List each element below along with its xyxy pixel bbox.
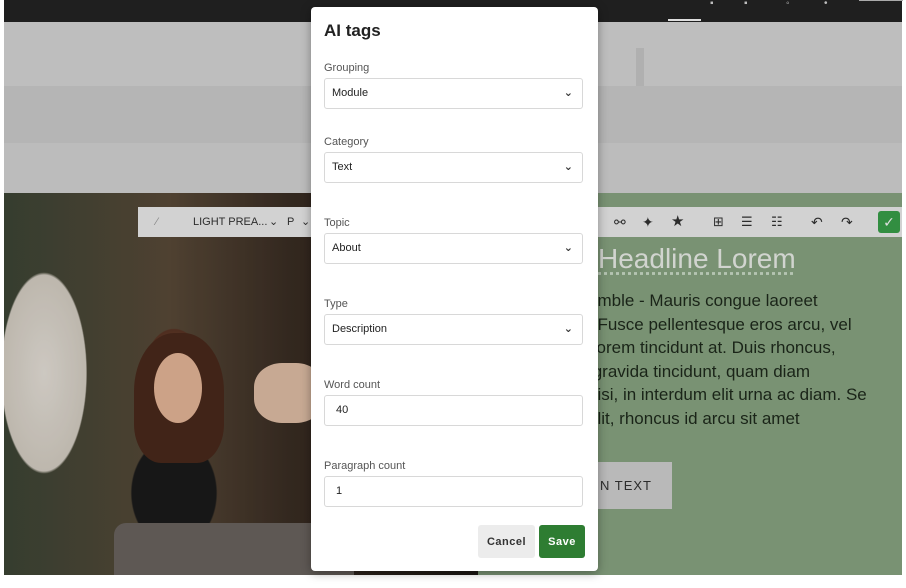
type-value: Description	[332, 323, 388, 335]
active-tab-indicator	[668, 19, 701, 21]
mobile-icon[interactable]: ▪	[710, 0, 714, 9]
type-select[interactable]: Description ⌄	[324, 314, 583, 345]
paragraph-count-label: Paragraph count	[324, 460, 406, 472]
publish-button[interactable]	[859, 0, 903, 9]
category-select[interactable]: Text ⌄	[324, 152, 583, 183]
word-count-label: Word count	[324, 379, 381, 391]
topic-label: Topic	[324, 217, 350, 229]
chevron-down-icon: ⌄	[563, 87, 573, 99]
type-label: Type	[324, 298, 348, 310]
chevron-down-icon: ⌄	[563, 161, 573, 173]
text-icon[interactable]: ▔	[678, 0, 686, 9]
preview-icon[interactable]: ◦	[786, 0, 790, 9]
grouping-label: Grouping	[324, 62, 370, 74]
tablet-icon[interactable]: ▪	[744, 0, 748, 9]
category-value: Text	[332, 161, 353, 173]
settings-icon[interactable]: •	[824, 0, 828, 9]
category-label: Category	[324, 136, 369, 148]
chevron-down-icon: ⌄	[563, 323, 573, 335]
save-button[interactable]: Save	[539, 525, 585, 558]
dialog-title: AI tags	[324, 21, 381, 40]
cancel-button[interactable]: Cancel	[478, 525, 535, 558]
grouping-select[interactable]: Module ⌄	[324, 78, 583, 109]
paragraph-count-input[interactable]: 1	[324, 476, 583, 507]
chevron-down-icon: ⌄	[563, 242, 573, 254]
grouping-value: Module	[332, 87, 369, 99]
word-count-input[interactable]: 40	[324, 395, 583, 426]
topic-value: About	[332, 242, 361, 254]
topic-select[interactable]: About ⌄	[324, 233, 583, 264]
ai-tags-dialog: AI tags Grouping Module ⌄ Category Text …	[311, 7, 598, 571]
